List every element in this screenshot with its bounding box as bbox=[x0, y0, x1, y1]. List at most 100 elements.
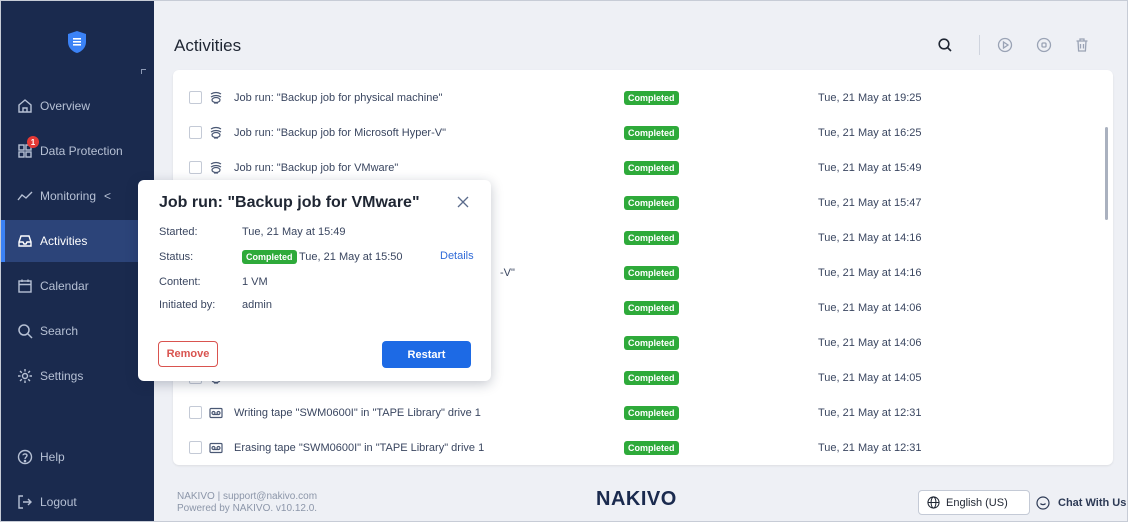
activity-name[interactable]: Writing tape "SWM0600I" in "TAPE Library… bbox=[234, 407, 481, 419]
activity-time: Tue, 21 May at 15:47 bbox=[818, 196, 922, 209]
status-badge: Completed bbox=[624, 90, 679, 105]
sidebar-item-label: Data Protection bbox=[40, 144, 123, 158]
chat-icon bbox=[1036, 496, 1050, 510]
nakivo-logo: NAKIVO bbox=[596, 488, 677, 510]
restart-button[interactable]: Restart bbox=[382, 341, 471, 368]
home-icon bbox=[16, 97, 34, 115]
activity-name[interactable]: -V" bbox=[500, 267, 515, 279]
job-details-popup: Job run: "Backup job for VMware" Started… bbox=[138, 180, 491, 381]
gear-icon bbox=[16, 367, 34, 385]
sidebar-item-search[interactable]: Search bbox=[1, 310, 154, 352]
chevron-left-icon: < bbox=[104, 189, 112, 203]
app-window: Overview 1 Data Protection Monitoring < … bbox=[0, 0, 1128, 522]
status-label: Status: bbox=[159, 251, 194, 263]
close-icon[interactable] bbox=[456, 195, 470, 209]
help-icon bbox=[16, 448, 34, 466]
collapse-sidebar-icon[interactable] bbox=[141, 69, 146, 74]
activity-time: Tue, 21 May at 14:06 bbox=[818, 336, 922, 349]
sidebar-item-logout[interactable]: Logout bbox=[1, 481, 154, 521]
sidebar-item-monitoring[interactable]: Monitoring < bbox=[1, 175, 154, 217]
activity-time: Tue, 21 May at 14:05 bbox=[818, 371, 922, 384]
tape-icon bbox=[209, 441, 223, 455]
remove-button[interactable]: Remove bbox=[158, 341, 218, 367]
sidebar-item-label: Activities bbox=[40, 234, 88, 248]
row-checkbox[interactable] bbox=[189, 161, 202, 174]
popup-title: Job run: "Backup job for VMware" bbox=[159, 194, 420, 211]
table-row[interactable]: Erasing tape "SWM0600I" in "TAPE Library… bbox=[173, 430, 1093, 465]
search-icon bbox=[16, 322, 34, 340]
activity-time: Tue, 21 May at 14:06 bbox=[818, 301, 922, 314]
status-badge: Completed bbox=[624, 265, 679, 280]
sidebar-item-label: Logout bbox=[40, 495, 77, 509]
row-checkbox[interactable] bbox=[189, 91, 202, 104]
status-badge: Completed bbox=[242, 250, 297, 264]
started-value: Tue, 21 May at 15:49 bbox=[242, 226, 346, 238]
activity-time: Tue, 21 May at 14:16 bbox=[818, 231, 922, 244]
sidebar-item-settings[interactable]: Settings bbox=[1, 355, 154, 397]
footer-contact: NAKIVO | support@nakivo.com bbox=[177, 491, 318, 502]
row-checkbox[interactable] bbox=[189, 441, 202, 454]
chart-line-icon bbox=[16, 187, 34, 205]
activity-name[interactable]: Job run: "Backup job for Microsoft Hyper… bbox=[234, 127, 446, 139]
backup-job-icon bbox=[209, 126, 223, 140]
sidebar-item-calendar[interactable]: Calendar bbox=[1, 265, 154, 307]
status-badge: Completed bbox=[624, 195, 679, 210]
sidebar: Overview 1 Data Protection Monitoring < … bbox=[1, 1, 154, 521]
sidebar-item-data-protection[interactable]: 1 Data Protection bbox=[1, 130, 154, 172]
globe-icon bbox=[927, 496, 940, 509]
sidebar-item-label: Overview bbox=[40, 99, 91, 113]
sidebar-item-help[interactable]: Help bbox=[1, 436, 154, 478]
sidebar-item-activities[interactable]: Activities bbox=[1, 220, 154, 262]
status-badge: Completed bbox=[624, 335, 679, 350]
details-link[interactable]: Details bbox=[440, 250, 474, 262]
activity-time: Tue, 21 May at 12:31 bbox=[818, 441, 922, 454]
sidebar-item-label: Monitoring bbox=[40, 189, 97, 203]
chat-label: Chat With Us bbox=[1058, 497, 1127, 509]
sidebar-item-label: Search bbox=[40, 324, 79, 338]
play-icon[interactable] bbox=[996, 36, 1014, 54]
activity-time: Tue, 21 May at 14:16 bbox=[818, 266, 922, 279]
logout-icon bbox=[16, 493, 34, 511]
status-badge: Completed bbox=[624, 125, 679, 140]
sidebar-item-overview[interactable]: Overview bbox=[1, 85, 154, 127]
trash-icon[interactable] bbox=[1073, 36, 1091, 54]
content-value: 1 VM bbox=[242, 276, 268, 288]
started-label: Started: bbox=[159, 226, 198, 238]
table-row[interactable]: Writing tape "SWM0600I" in "TAPE Library… bbox=[173, 395, 1093, 430]
status-badge: Completed bbox=[624, 405, 679, 420]
activity-time: Tue, 21 May at 15:49 bbox=[818, 161, 922, 174]
tape-icon bbox=[209, 406, 223, 420]
toolbar-divider bbox=[979, 35, 980, 55]
table-row[interactable]: Job run: "Backup job for physical machin… bbox=[173, 80, 1093, 115]
activity-time: Tue, 21 May at 19:25 bbox=[818, 91, 922, 104]
row-checkbox[interactable] bbox=[189, 406, 202, 419]
calendar-icon bbox=[16, 277, 34, 295]
status-badge: Completed bbox=[624, 230, 679, 245]
footer-version: Powered by NAKIVO. v10.12.0. bbox=[177, 503, 318, 514]
status-value: Tue, 21 May at 15:50 bbox=[299, 251, 403, 263]
status-badge: Completed bbox=[624, 300, 679, 315]
activity-name[interactable]: Erasing tape "SWM0600I" in "TAPE Library… bbox=[234, 442, 484, 454]
activity-time: Tue, 21 May at 12:31 bbox=[818, 406, 922, 419]
row-checkbox[interactable] bbox=[189, 126, 202, 139]
chat-with-us-button[interactable]: Chat With Us bbox=[1036, 492, 1126, 514]
language-selector[interactable]: English (US) bbox=[918, 490, 1030, 515]
sidebar-item-label: Help bbox=[40, 450, 65, 464]
scrollbar[interactable] bbox=[1105, 127, 1108, 220]
search-icon[interactable] bbox=[936, 36, 954, 54]
status-badge: Completed bbox=[624, 160, 679, 175]
activity-name[interactable]: Job run: "Backup job for physical machin… bbox=[234, 92, 442, 104]
stop-icon[interactable] bbox=[1035, 36, 1053, 54]
shield-logo-icon[interactable] bbox=[67, 30, 87, 54]
activity-name[interactable]: Job run: "Backup job for VMware" bbox=[234, 162, 398, 174]
sidebar-item-label: Calendar bbox=[40, 279, 89, 293]
table-row[interactable]: Job run: "Backup job for Microsoft Hyper… bbox=[173, 115, 1093, 150]
initiated-by-label: Initiated by: bbox=[159, 299, 216, 311]
status-badge: Completed bbox=[624, 370, 679, 385]
backup-job-icon bbox=[209, 91, 223, 105]
language-label: English (US) bbox=[946, 496, 1008, 509]
notification-badge: 1 bbox=[27, 136, 39, 148]
status-badge: Completed bbox=[624, 440, 679, 455]
page-title: Activities bbox=[174, 36, 242, 55]
inbox-icon bbox=[16, 232, 34, 250]
